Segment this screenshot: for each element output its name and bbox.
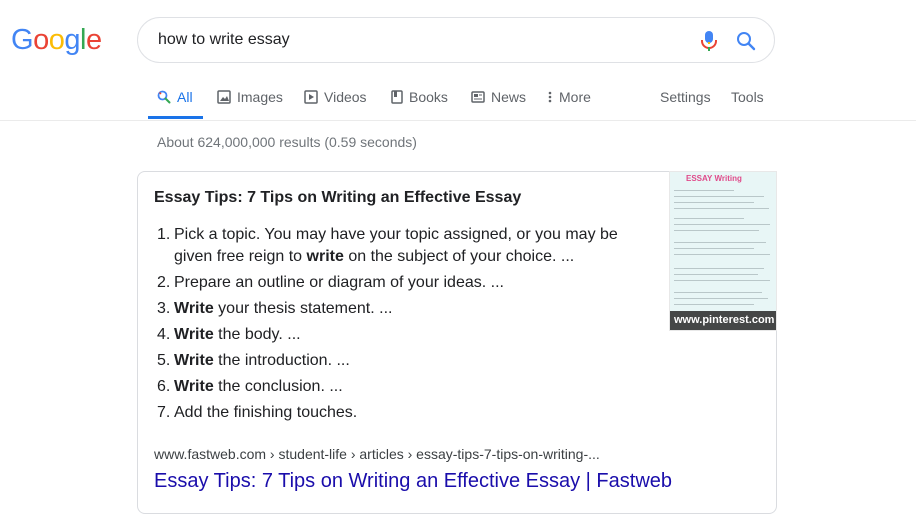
snippet-thumbnail[interactable]: ESSAY Writing www.pinterest.com bbox=[669, 171, 777, 331]
thumbnail-decoration bbox=[674, 274, 758, 275]
thumbnail-decoration bbox=[674, 208, 769, 209]
tab-more[interactable]: More bbox=[547, 86, 591, 108]
step-text: on the subject of your choice. ... bbox=[343, 248, 575, 265]
step-bold: Write bbox=[174, 300, 214, 317]
thumbnail-decoration bbox=[674, 218, 744, 219]
kebab-icon bbox=[548, 91, 552, 103]
search-box bbox=[137, 17, 775, 63]
list-item: 3. Write your thesis statement. ... bbox=[154, 298, 654, 320]
list-item: 2. Prepare an outline or diagram of your … bbox=[154, 272, 654, 294]
google-logo[interactable]: Google bbox=[11, 22, 102, 58]
tab-label: More bbox=[559, 89, 591, 105]
step-number: 4. bbox=[157, 326, 171, 343]
step-bold: Write bbox=[174, 378, 214, 395]
search-tabs: All Images Videos Books News More Settin… bbox=[0, 78, 916, 120]
thumbnail-decoration bbox=[674, 248, 754, 249]
thumbnail-decoration bbox=[674, 242, 766, 243]
thumbnail-decoration bbox=[674, 298, 768, 299]
list-item: 7. Add the finishing touches. bbox=[154, 402, 654, 424]
header-divider bbox=[0, 120, 916, 121]
result-title-link[interactable]: Essay Tips: 7 Tips on Writing an Effecti… bbox=[154, 468, 672, 494]
step-number: 3. bbox=[157, 300, 171, 317]
step-bold: Write bbox=[174, 326, 214, 343]
snippet-title: Essay Tips: 7 Tips on Writing an Effecti… bbox=[154, 189, 522, 206]
tab-label: Books bbox=[409, 89, 448, 105]
settings-link[interactable]: Settings bbox=[660, 86, 711, 108]
tab-label: Videos bbox=[324, 89, 367, 105]
result-url: www.fastweb.com › student-life › article… bbox=[154, 446, 600, 462]
step-bold: write bbox=[306, 248, 344, 265]
thumbnail-decoration bbox=[674, 196, 764, 197]
tab-news[interactable]: News bbox=[471, 86, 526, 108]
step-bold: Write bbox=[174, 352, 214, 369]
step-text: the introduction. ... bbox=[213, 352, 350, 369]
tab-label: Images bbox=[237, 89, 283, 105]
snippet-steps: 1. Pick a topic. You may have your topic … bbox=[154, 224, 654, 428]
logo-letter: o bbox=[33, 24, 49, 56]
thumbnail-decoration bbox=[674, 304, 754, 305]
tab-all[interactable]: All bbox=[157, 86, 193, 108]
step-number: 2. bbox=[157, 274, 171, 291]
tab-label: All bbox=[177, 89, 193, 105]
logo-letter: o bbox=[48, 24, 65, 56]
search-icon bbox=[157, 90, 171, 104]
step-text: Prepare an outline or diagram of your id… bbox=[174, 274, 504, 291]
thumbnail-decoration bbox=[674, 268, 764, 269]
thumbnail-decoration bbox=[674, 202, 754, 203]
step-number: 5. bbox=[157, 352, 171, 369]
search-results-page: Google All bbox=[0, 0, 916, 521]
thumbnail-decoration bbox=[674, 224, 770, 225]
list-item: 4. Write the body. ... bbox=[154, 324, 654, 346]
settings-label: Settings bbox=[660, 89, 711, 105]
thumbnail-decoration bbox=[674, 280, 770, 281]
step-text: Add the finishing touches. bbox=[174, 404, 358, 421]
thumbnail-decoration bbox=[674, 230, 759, 231]
search-input[interactable] bbox=[158, 29, 678, 51]
step-number: 7. bbox=[157, 404, 171, 421]
step-text: the body. ... bbox=[213, 326, 301, 343]
step-number: 1. bbox=[157, 226, 171, 243]
thumbnail-source: www.pinterest.com bbox=[670, 311, 776, 330]
active-tab-indicator bbox=[148, 116, 203, 119]
thumbnail-header: ESSAY Writing bbox=[686, 174, 742, 183]
thumbnail-decoration bbox=[674, 292, 762, 293]
tab-images[interactable]: Images bbox=[217, 86, 283, 108]
book-icon bbox=[391, 90, 403, 104]
mic-icon[interactable] bbox=[699, 30, 719, 52]
result-stats: About 624,000,000 results (0.59 seconds) bbox=[157, 134, 417, 150]
tools-link[interactable]: Tools bbox=[731, 86, 764, 108]
tools-label: Tools bbox=[731, 89, 764, 105]
logo-letter: G bbox=[11, 24, 34, 56]
step-text: your thesis statement. ... bbox=[213, 300, 393, 317]
tab-label: News bbox=[491, 89, 527, 105]
logo-letter: g bbox=[64, 24, 80, 56]
step-text: the conclusion. ... bbox=[213, 378, 343, 395]
thumbnail-decoration bbox=[674, 190, 734, 191]
tab-videos[interactable]: Videos bbox=[304, 86, 367, 108]
tab-books[interactable]: Books bbox=[391, 86, 448, 108]
list-item: 1. Pick a topic. You may have your topic … bbox=[154, 224, 654, 268]
thumbnail-decoration bbox=[674, 254, 770, 255]
play-icon bbox=[304, 90, 318, 104]
search-icon[interactable] bbox=[736, 31, 756, 51]
image-icon bbox=[217, 90, 231, 104]
step-number: 6. bbox=[157, 378, 171, 395]
logo-letter: e bbox=[85, 24, 102, 56]
featured-snippet: Essay Tips: 7 Tips on Writing an Effecti… bbox=[137, 171, 777, 514]
list-item: 6. Write the conclusion. ... bbox=[154, 376, 654, 398]
list-item: 5. Write the introduction. ... bbox=[154, 350, 654, 372]
newspaper-icon bbox=[471, 91, 485, 103]
